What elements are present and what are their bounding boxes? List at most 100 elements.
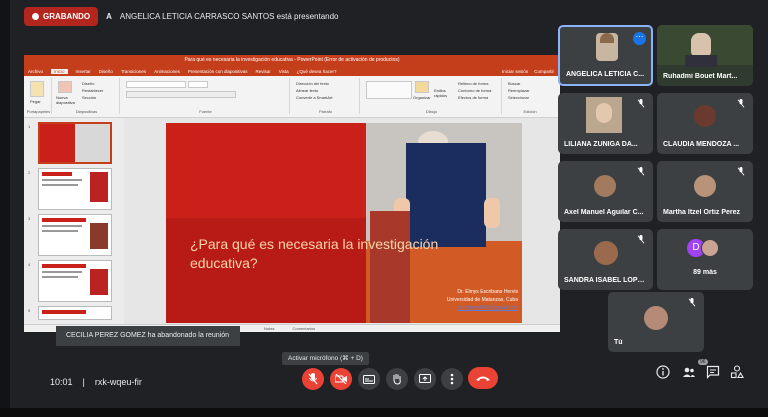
convert-smartart-button[interactable]: Convertir a SmartArt (296, 95, 332, 100)
shape-outline-button[interactable]: Contorno de forma (458, 88, 491, 93)
slide-thumbnail[interactable] (38, 168, 112, 210)
presenter-banner: A ANGELICA LETICIA CARRASCO SANTOS está … (106, 12, 338, 21)
group-label-paragraph: Párrafo (318, 109, 333, 114)
thumb-number: 1 (28, 124, 31, 129)
raise-hand-icon (393, 374, 401, 385)
slide-institution: Universidad de Matanzas, Cuba (446, 297, 518, 303)
participant-avatar (594, 241, 618, 265)
notification-toast: CECILIA PEREZ GOMEZ ha abandonado la reu… (56, 326, 240, 346)
shared-screen: Para qué es necesaria la investigación e… (24, 55, 560, 332)
ppt-workspace: 1 2 3 4 5 ¿Para qué es necesaria la inve… (24, 118, 560, 324)
slide-thumbnail[interactable] (38, 214, 112, 256)
participant-tile[interactable]: Martha Itzel Ortiz Perez (657, 161, 753, 222)
participant-video (657, 25, 753, 67)
activities-icon[interactable] (730, 365, 744, 379)
tab-diseno[interactable]: Diseño (99, 69, 113, 74)
recording-badge[interactable]: GRABANDO (24, 6, 99, 26)
align-text-button[interactable]: Alinear texto (296, 88, 318, 93)
arrange-icon[interactable] (415, 81, 429, 93)
tab-archivo[interactable]: Archivo (28, 69, 43, 74)
new-slide-icon[interactable] (58, 81, 72, 93)
thumb-number: 5 (28, 308, 31, 313)
new-slide-label: Nueva diapositiva (56, 95, 75, 105)
microphone-off-icon (308, 373, 318, 385)
group-label-editing: Edición (523, 109, 537, 114)
more-options-icon[interactable]: ⋯ (633, 32, 646, 45)
microphone-off-icon (688, 298, 696, 307)
shape-fill-button[interactable]: Relleno de forma (458, 81, 488, 86)
present-button[interactable] (414, 368, 436, 390)
shapes-gallery[interactable] (366, 81, 412, 99)
tab-transiciones[interactable]: Transiciones (121, 69, 146, 74)
paste-icon[interactable] (30, 81, 44, 97)
more-options-icon (450, 373, 454, 385)
tab-animaciones[interactable]: Animaciones (154, 69, 180, 74)
microphone-off-icon (637, 235, 645, 244)
ribbon-group-paragraph: Dirección del texto Alinear texto Conver… (292, 78, 360, 114)
font-format-buttons[interactable] (126, 91, 236, 98)
shape-effects-button[interactable]: Efectos de forma (458, 95, 488, 100)
thumb-number: 4 (28, 262, 31, 267)
text-direction-button[interactable]: Dirección del texto (296, 81, 329, 86)
microphone-toggle[interactable] (302, 368, 324, 390)
layout-button[interactable]: Diseño (82, 81, 94, 86)
people-icon[interactable] (682, 365, 696, 379)
book-icon (406, 143, 486, 247)
group-label-drawing: Dibujo (425, 109, 438, 114)
participant-tile[interactable]: CLAUDIA MENDOZA ... (657, 93, 753, 154)
camera-off-icon (335, 374, 347, 384)
more-options-button[interactable] (441, 368, 463, 390)
notes-button[interactable]: Notas (264, 326, 274, 331)
participant-avatar (594, 175, 616, 197)
thumb-number: 2 (28, 170, 31, 175)
participant-video (596, 33, 618, 61)
slide-thumbnail[interactable] (38, 122, 112, 164)
top-bar: GRABANDO A ANGELICA LETICIA CARRASCO SAN… (24, 6, 339, 26)
participant-name: Martha Itzel Ortiz Perez (663, 209, 741, 216)
info-icon[interactable] (656, 365, 670, 379)
tab-inicio[interactable]: Inicio (51, 68, 68, 74)
slide-thumbnail[interactable] (38, 306, 112, 320)
ribbon-group-clipboard: Pegar Portapapeles (26, 78, 52, 114)
current-slide[interactable]: ¿Para qué es necesaria la investigación … (166, 123, 522, 323)
more-participants-tile[interactable]: D 89 más (657, 229, 753, 290)
participant-name: SANDRA ISABEL LOPE... (564, 277, 647, 284)
self-avatar (644, 306, 668, 330)
find-button[interactable]: Buscar (508, 81, 520, 86)
share-button[interactable]: Compartir (534, 69, 554, 74)
font-name-input[interactable] (126, 81, 186, 88)
participant-tile[interactable]: LILIANA ZUÑIGA DA... (558, 93, 653, 154)
comments-button[interactable]: Comentarios (292, 326, 315, 331)
slide-author: Dr. Elmys Escribano Hervis (457, 289, 518, 295)
quick-styles-button[interactable]: Estilos rápidos (434, 88, 454, 98)
select-button[interactable]: Seleccionar (508, 95, 529, 100)
participant-name: ANGELICA LETICIA C... (566, 71, 645, 78)
participant-tile[interactable]: Ruhadmi Bouet Mart... (657, 25, 753, 86)
participant-tile[interactable]: Axel Manuel Aguilar C... (558, 161, 653, 222)
tell-me-search[interactable]: ¿Qué desea hacer? (297, 69, 337, 74)
replace-button[interactable]: Reemplazar (508, 88, 530, 93)
meeting-code: rxk-wqeu-fir (94, 377, 142, 387)
participant-video (586, 97, 622, 133)
presenter-text: ANGELICA LETICIA CARRASCO SANTOS está pr… (119, 11, 339, 21)
tab-presentacion[interactable]: Presentación con diapositivas (188, 69, 248, 74)
reset-button[interactable]: Restablecer (82, 88, 103, 93)
camera-toggle[interactable] (330, 368, 352, 390)
sign-in-link[interactable]: Iniciar sesión (502, 69, 528, 74)
microphone-off-icon (637, 167, 645, 176)
tab-vista[interactable]: Vista (279, 69, 289, 74)
captions-button[interactable] (358, 368, 380, 390)
font-size-input[interactable] (188, 81, 208, 88)
slide-thumbnails-pane: 1 2 3 4 5 (24, 118, 124, 324)
section-button[interactable]: Sección (82, 95, 96, 100)
participant-tile[interactable]: ⋯ ANGELICA LETICIA C... (558, 25, 653, 86)
raise-hand-button[interactable] (386, 368, 408, 390)
participant-tile[interactable]: SANDRA ISABEL LOPE... (558, 229, 653, 290)
slide-thumbnail[interactable] (38, 260, 112, 302)
tab-revisar[interactable]: Revisar (255, 69, 270, 74)
chat-icon[interactable] (706, 365, 720, 379)
self-tile[interactable]: Tú (608, 292, 704, 352)
hang-up-button[interactable] (468, 367, 498, 389)
tab-insertar[interactable]: Insertar (76, 69, 91, 74)
paste-label: Pegar (30, 99, 41, 104)
